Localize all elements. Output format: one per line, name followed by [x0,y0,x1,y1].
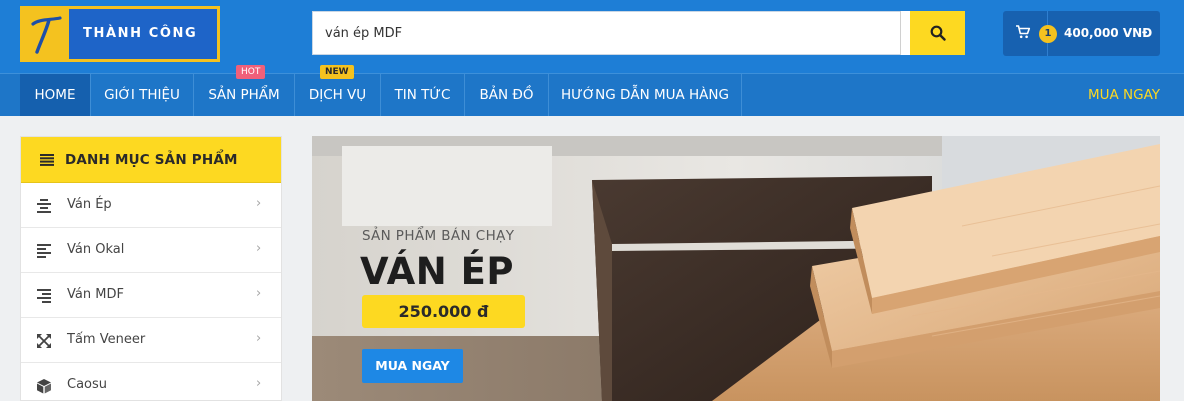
search-input[interactable] [312,11,910,55]
category-item-caosu[interactable]: Caosu › [21,363,281,401]
nav-services[interactable]: NEW DỊCH VỤ [295,65,381,116]
nav-buy-now-link[interactable]: MUA NGAY [1088,74,1160,116]
category-label: Ván Okal [67,242,125,257]
nav-label: BẢN ĐỒ [479,87,534,103]
search-icon [930,25,946,41]
chevron-right-icon: › [256,241,262,256]
logo-mark [23,9,69,59]
category-label: Ván MDF [67,287,124,302]
logo-text: THÀNH CÔNG [83,26,198,41]
new-badge: NEW [320,65,354,79]
list-icon [40,154,54,166]
category-label: Caosu [67,377,108,392]
category-label: Tấm Veneer [67,332,146,347]
nav-label: DỊCH VỤ [308,87,367,103]
nav-label: GIỚI THIỆU [104,87,180,103]
chevron-right-icon: › [256,286,262,301]
hot-badge: HOT [236,65,266,79]
nav-map[interactable]: BẢN ĐỒ [465,74,549,116]
nav-news[interactable]: TIN TỨC [381,74,465,116]
nav-home[interactable]: HOME [20,74,91,116]
nav-products[interactable]: HOT SẢN PHẨM [194,65,295,116]
main-nav: HOME GIỚI THIỆU HOT SẢN PHẨM NEW DỊCH VỤ… [0,65,1184,116]
cart-icon [1016,25,1031,39]
nav-label: HOME [34,87,76,103]
cart-button[interactable]: 1 400,000 VNĐ [1003,11,1160,56]
category-item-tam-veneer[interactable]: Tấm Veneer › [21,318,281,363]
expand-arrows-icon [37,334,51,348]
category-item-van-ep[interactable]: Ván Ép › [21,183,281,228]
category-sidebar: DANH MỤC SẢN PHẨM Ván Ép › Ván Okal › Vá… [20,136,282,401]
banner-title: VÁN ÉP [360,250,514,293]
sidebar-title: DANH MỤC SẢN PHẨM [65,152,238,168]
logo[interactable]: THÀNH CÔNG [20,6,220,62]
banner-price-tag: 250.000 đ [362,295,525,328]
align-center-icon [37,199,51,213]
search-button[interactable] [910,11,965,55]
cart-total: 400,000 VNĐ [1064,26,1153,40]
banner-overline: SẢN PHẨM BÁN CHẠY [362,228,515,244]
banner-buy-now-button[interactable]: MUA NGAY [362,349,463,383]
search-bar [312,11,965,55]
nav-about[interactable]: GIỚI THIỆU [91,74,194,116]
nav-label: SẢN PHẨM [208,87,280,103]
logo-t-icon [31,16,62,54]
site-header: THÀNH CÔNG 1 400,000 VNĐ [0,0,1184,73]
category-label: Ván Ép [67,197,112,212]
hero-banner[interactable]: SẢN PHẨM BÁN CHẠY VÁN ÉP 250.000 đ MUA N… [312,136,1160,401]
chevron-right-icon: › [256,376,262,391]
nav-label: HƯỚNG DẪN MUA HÀNG [561,87,729,103]
sidebar-header[interactable]: DANH MỤC SẢN PHẨM [21,137,281,183]
nav-label: TIN TỨC [394,87,451,103]
align-right-icon [37,289,51,303]
category-item-van-mdf[interactable]: Ván MDF › [21,273,281,318]
cube-icon [37,379,51,394]
align-left-icon [37,244,51,258]
chevron-right-icon: › [256,196,262,211]
chevron-right-icon: › [256,331,262,346]
category-item-van-okal[interactable]: Ván Okal › [21,228,281,273]
cart-count-badge: 1 [1039,25,1057,43]
nav-buying-guide[interactable]: HƯỚNG DẪN MUA HÀNG [549,74,742,116]
